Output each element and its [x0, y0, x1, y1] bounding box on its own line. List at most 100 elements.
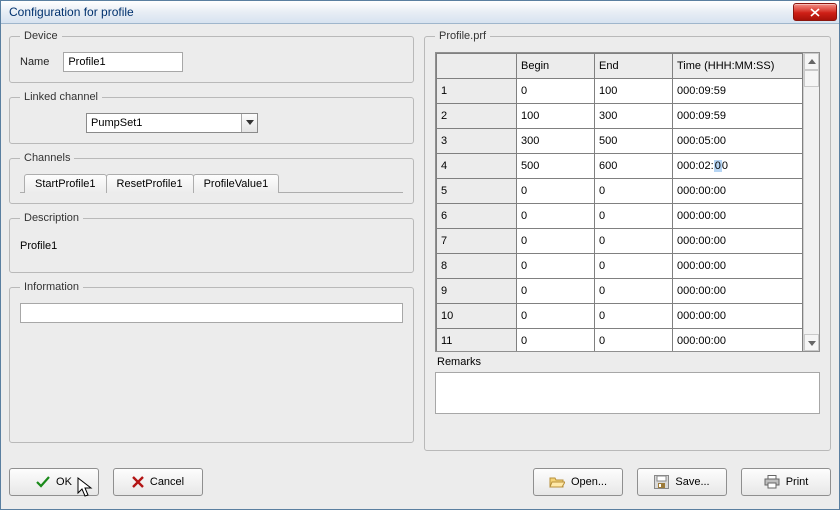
check-icon [36, 476, 50, 488]
row-index-cell[interactable]: 5 [437, 179, 517, 204]
begin-cell[interactable]: 0 [517, 179, 595, 204]
cancel-button[interactable]: Cancel [113, 468, 203, 496]
linked-channel-combo[interactable] [86, 113, 258, 133]
begin-cell[interactable]: 100 [517, 104, 595, 129]
time-cell[interactable]: 000:00:00 [673, 329, 803, 352]
row-index-cell[interactable]: 9 [437, 279, 517, 304]
linked-channel-group: Linked channel [9, 91, 414, 144]
table-row[interactable]: 2100300000:09:59 [437, 104, 803, 129]
col-time-header: Time (HHH:MM:SS) [673, 54, 803, 79]
begin-cell[interactable]: 0 [517, 304, 595, 329]
row-index-cell[interactable]: 1 [437, 79, 517, 104]
time-cell[interactable]: 000:00:00 [673, 229, 803, 254]
table-row[interactable]: 10100000:09:59 [437, 79, 803, 104]
time-cell[interactable]: 000:05:00 [673, 129, 803, 154]
profile-table-wrap: Begin End Time (HHH:MM:SS) 10100000:09:5… [435, 52, 820, 352]
end-cell[interactable]: 500 [595, 129, 673, 154]
end-cell[interactable]: 0 [595, 254, 673, 279]
row-index-cell[interactable]: 6 [437, 204, 517, 229]
description-text: Profile1 [20, 234, 403, 262]
time-cell[interactable]: 000:00:00 [673, 179, 803, 204]
table-row[interactable]: 600000:00:00 [437, 204, 803, 229]
device-group: Device Name [9, 30, 414, 83]
tab-resetprofile[interactable]: ResetProfile1 [106, 174, 194, 193]
end-cell[interactable]: 600 [595, 154, 673, 179]
table-row[interactable]: 800000:00:00 [437, 254, 803, 279]
close-button[interactable] [793, 3, 837, 21]
folder-open-icon [549, 475, 565, 489]
begin-cell[interactable]: 0 [517, 254, 595, 279]
device-legend: Device [20, 30, 62, 42]
time-cell[interactable]: 000:00:00 [673, 279, 803, 304]
linked-channel-legend: Linked channel [20, 91, 102, 103]
row-index-cell[interactable]: 10 [437, 304, 517, 329]
end-cell[interactable]: 0 [595, 204, 673, 229]
scroll-up-button[interactable] [804, 53, 819, 70]
description-group: Description Profile1 [9, 212, 414, 273]
table-row[interactable]: 1000000:00:00 [437, 304, 803, 329]
time-cell[interactable]: 000:00:00 [673, 254, 803, 279]
end-cell[interactable]: 0 [595, 179, 673, 204]
tab-startprofile[interactable]: StartProfile1 [24, 174, 107, 193]
information-input[interactable] [20, 303, 403, 323]
row-index-cell[interactable]: 11 [437, 329, 517, 352]
save-icon [654, 475, 669, 489]
row-index-cell[interactable]: 4 [437, 154, 517, 179]
time-cell[interactable]: 000:02:00 [673, 154, 803, 179]
table-row[interactable]: 900000:00:00 [437, 279, 803, 304]
save-button[interactable]: Save... [637, 468, 727, 496]
channels-legend: Channels [20, 152, 74, 164]
begin-cell[interactable]: 0 [517, 279, 595, 304]
table-row[interactable]: 4500600000:02:00 [437, 154, 803, 179]
row-index-cell[interactable]: 2 [437, 104, 517, 129]
row-index-cell[interactable]: 3 [437, 129, 517, 154]
row-index-cell[interactable]: 8 [437, 254, 517, 279]
tab-profilevalue[interactable]: ProfileValue1 [193, 174, 280, 193]
titlebar: Configuration for profile [1, 1, 839, 24]
scroll-thumb[interactable] [804, 70, 819, 87]
profile-group: Profile.prf Begin [424, 30, 831, 451]
open-button[interactable]: Open... [533, 468, 623, 496]
scroll-down-button[interactable] [804, 334, 819, 351]
table-row[interactable]: 1100000:00:00 [437, 329, 803, 352]
end-cell[interactable]: 0 [595, 229, 673, 254]
table-row[interactable]: 500000:00:00 [437, 179, 803, 204]
print-button[interactable]: Print [741, 468, 831, 496]
open-label: Open... [571, 476, 607, 488]
scrollbar[interactable] [803, 53, 819, 351]
begin-cell[interactable]: 0 [517, 229, 595, 254]
begin-cell[interactable]: 300 [517, 129, 595, 154]
time-cell[interactable]: 000:00:00 [673, 204, 803, 229]
begin-cell[interactable]: 500 [517, 154, 595, 179]
ok-label: OK [56, 476, 72, 488]
name-input[interactable] [63, 52, 183, 72]
time-cell[interactable]: 000:09:59 [673, 104, 803, 129]
end-cell[interactable]: 100 [595, 79, 673, 104]
end-cell[interactable]: 0 [595, 329, 673, 352]
footer: OK Cancel Open... [9, 463, 831, 501]
linked-channel-value[interactable] [87, 114, 241, 132]
begin-cell[interactable]: 0 [517, 204, 595, 229]
begin-cell[interactable]: 0 [517, 329, 595, 352]
table-header-row: Begin End Time (HHH:MM:SS) [437, 54, 803, 79]
end-cell[interactable]: 0 [595, 304, 673, 329]
name-label: Name [20, 56, 49, 68]
combo-dropdown-button[interactable] [241, 114, 257, 132]
begin-cell[interactable]: 0 [517, 79, 595, 104]
cancel-label: Cancel [150, 476, 184, 488]
time-cell[interactable]: 000:00:00 [673, 304, 803, 329]
chevron-up-icon [808, 59, 816, 65]
row-index-cell[interactable]: 7 [437, 229, 517, 254]
end-cell[interactable]: 0 [595, 279, 673, 304]
col-begin-header: Begin [517, 54, 595, 79]
table-row[interactable]: 700000:00:00 [437, 229, 803, 254]
remarks-input[interactable] [435, 372, 820, 414]
print-label: Print [786, 476, 809, 488]
end-cell[interactable]: 300 [595, 104, 673, 129]
table-row[interactable]: 3300500000:05:00 [437, 129, 803, 154]
profile-table[interactable]: Begin End Time (HHH:MM:SS) 10100000:09:5… [436, 53, 803, 351]
remarks-label: Remarks [437, 356, 820, 368]
time-cell[interactable]: 000:09:59 [673, 79, 803, 104]
ok-button[interactable]: OK [9, 468, 99, 496]
window-title: Configuration for profile [9, 5, 793, 19]
